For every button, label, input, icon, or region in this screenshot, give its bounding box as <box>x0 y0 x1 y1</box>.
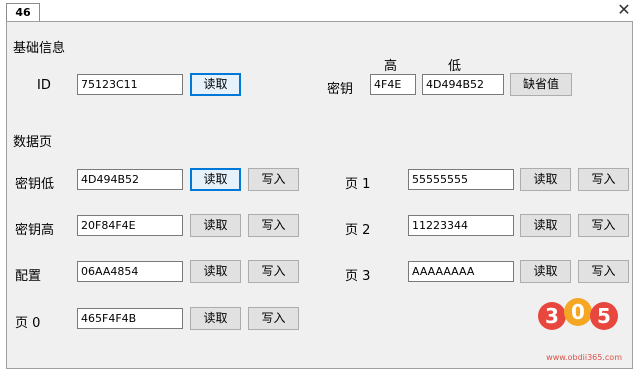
page2-write-button[interactable]: 写入 <box>578 214 629 237</box>
key-low-data-field[interactable] <box>77 169 183 190</box>
page0-label: 页 0 <box>15 316 41 331</box>
id-label: ID <box>37 78 51 93</box>
key-high-label: 密钥高 <box>15 223 55 238</box>
page1-field[interactable] <box>408 169 514 190</box>
key-label: 密钥 <box>327 82 354 97</box>
page1-read-button[interactable]: 读取 <box>520 168 571 191</box>
page3-field[interactable] <box>408 261 514 282</box>
key-low-label: 密钥低 <box>15 177 55 192</box>
key-low-read-button[interactable]: 读取 <box>190 168 241 191</box>
data-pages-title: 数据页 <box>13 135 53 150</box>
tab-strip: 46 ✕ <box>0 0 640 22</box>
watermark-url: www.obdii365.com <box>546 353 622 362</box>
id-read-button[interactable]: 读取 <box>190 73 241 96</box>
key-high-write-button[interactable]: 写入 <box>248 214 299 237</box>
page2-label: 页 2 <box>345 223 371 238</box>
default-button[interactable]: 缺省值 <box>510 73 572 96</box>
page0-read-button[interactable]: 读取 <box>190 307 241 330</box>
key-high-field[interactable] <box>370 74 416 95</box>
logo-digit-2: 0 <box>571 300 585 324</box>
page2-field[interactable] <box>408 215 514 236</box>
key-low-field[interactable] <box>422 74 504 95</box>
key-high-read-button[interactable]: 读取 <box>190 214 241 237</box>
config-write-button[interactable]: 写入 <box>248 260 299 283</box>
key-high-data-field[interactable] <box>77 215 183 236</box>
tab-46[interactable]: 46 <box>6 3 40 22</box>
id-field[interactable] <box>77 74 183 95</box>
obdii365-logo: 3 0 5 <box>538 298 618 330</box>
close-icon[interactable]: ✕ <box>616 1 632 19</box>
page0-field[interactable] <box>77 308 183 329</box>
page2-read-button[interactable]: 读取 <box>520 214 571 237</box>
page1-write-button[interactable]: 写入 <box>578 168 629 191</box>
page3-label: 页 3 <box>345 269 371 284</box>
config-label: 配置 <box>15 269 42 284</box>
main-panel: 基础信息 ID 读取 高 低 密钥 缺省值 数据页 密钥低 读取 写入 密钥高 … <box>6 21 633 369</box>
basic-info-title: 基础信息 <box>13 41 66 56</box>
key-high-header: 高 <box>384 59 398 74</box>
key-low-header: 低 <box>448 59 462 74</box>
logo-digit-1: 3 <box>545 304 559 328</box>
key-low-write-button[interactable]: 写入 <box>248 168 299 191</box>
page1-label: 页 1 <box>345 177 371 192</box>
config-read-button[interactable]: 读取 <box>190 260 241 283</box>
logo-digit-3: 5 <box>597 304 611 328</box>
config-field[interactable] <box>77 261 183 282</box>
device-window: 46 ✕ 基础信息 ID 读取 高 低 密钥 缺省值 数据页 密钥低 读取 写入… <box>0 0 640 372</box>
page0-write-button[interactable]: 写入 <box>248 307 299 330</box>
